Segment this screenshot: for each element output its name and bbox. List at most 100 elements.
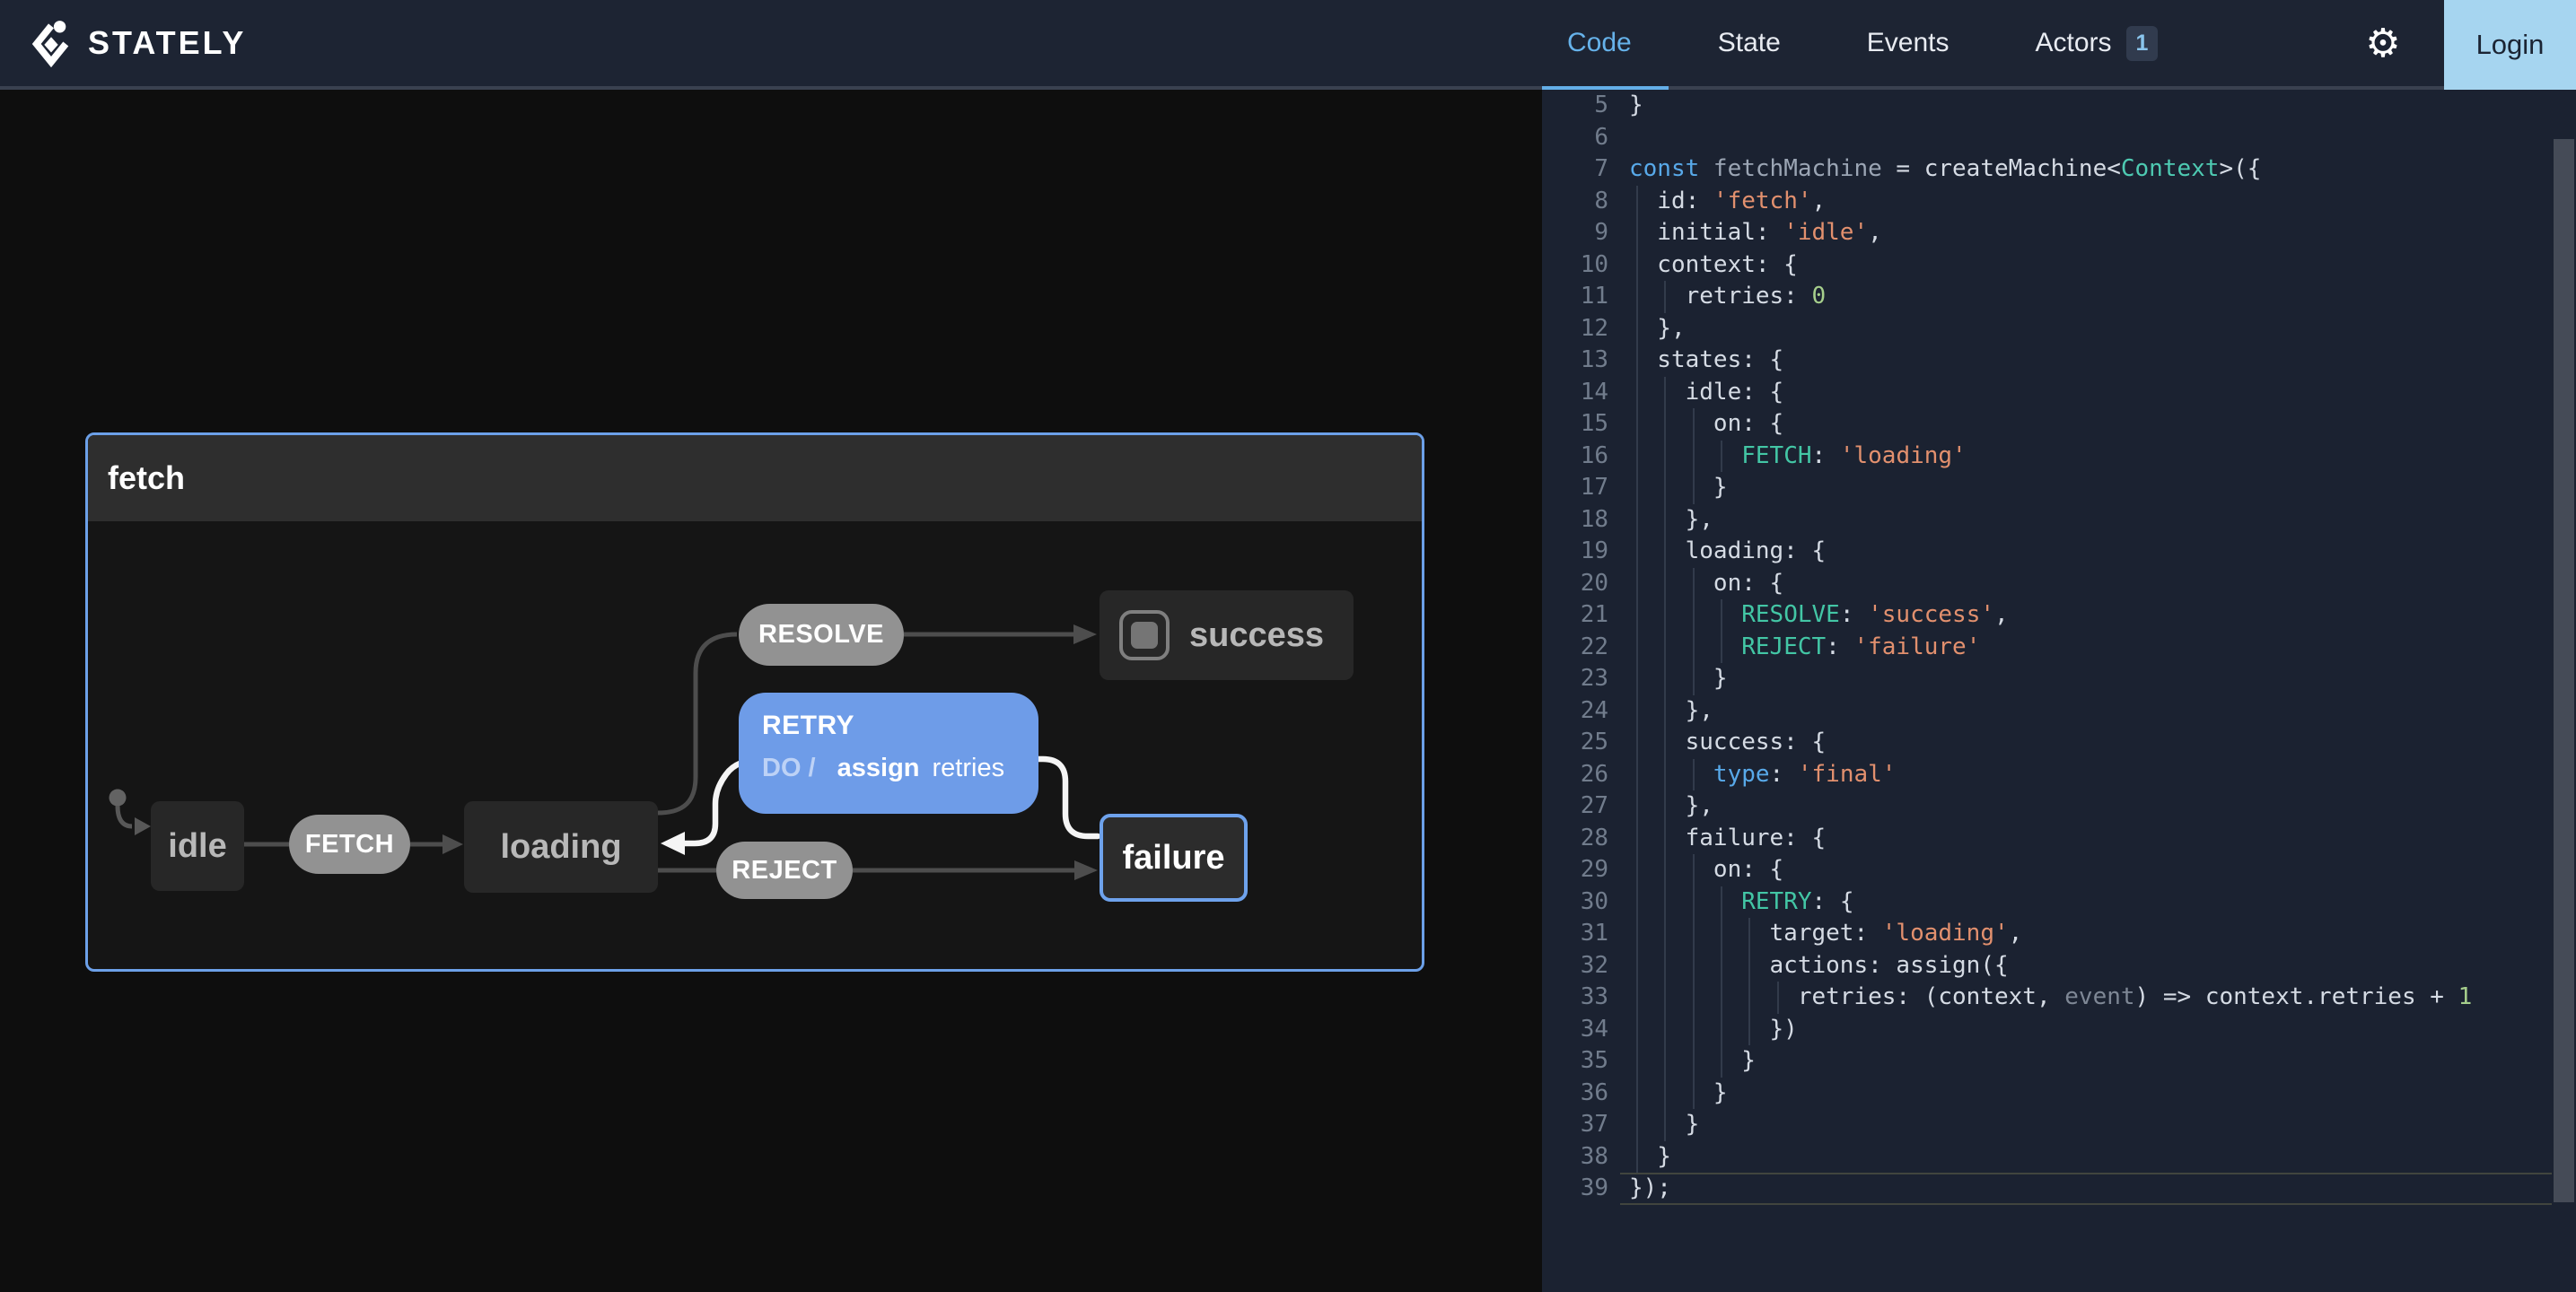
line-number: 39 xyxy=(1580,1174,1608,1201)
line-number: 18 xyxy=(1580,505,1608,533)
line-number: 36 xyxy=(1580,1078,1608,1106)
action-name: assign xyxy=(837,754,920,782)
code-line: 36 } xyxy=(1542,1078,2576,1110)
stately-brand[interactable]: STATELY xyxy=(0,19,246,67)
line-number: 38 xyxy=(1580,1142,1608,1170)
action-arg: retries xyxy=(932,754,1005,782)
event-reject[interactable]: REJECT xyxy=(716,842,853,899)
actors-count-badge: 1 xyxy=(2125,25,2159,61)
machine-header[interactable]: fetch xyxy=(88,435,1422,521)
state-label: loading xyxy=(500,827,622,866)
line-number: 10 xyxy=(1580,250,1608,278)
code-line: 8 id: 'fetch', xyxy=(1542,186,2576,218)
state-label: idle xyxy=(168,826,227,865)
line-number: 17 xyxy=(1580,474,1608,501)
line-number: 15 xyxy=(1580,410,1608,437)
code-line: 34 }) xyxy=(1542,1014,2576,1046)
event-label: REJECT xyxy=(732,855,837,885)
code-line: 31 target: 'loading', xyxy=(1542,918,2576,950)
line-number: 21 xyxy=(1580,601,1608,628)
code-line: 22 REJECT: 'failure' xyxy=(1542,632,2576,664)
line-number: 28 xyxy=(1580,824,1608,851)
line-number: 13 xyxy=(1580,346,1608,373)
code-line: 12 }, xyxy=(1542,313,2576,345)
event-action: DO / assign retries xyxy=(762,754,1015,783)
code-line: 5} xyxy=(1542,90,2576,122)
line-number: 26 xyxy=(1580,760,1608,788)
top-nav: STATELY Code State Events Actors 1 ⚙ Log… xyxy=(0,0,2576,92)
line-number: 27 xyxy=(1580,792,1608,819)
line-number: 37 xyxy=(1580,1111,1608,1138)
state-node-failure[interactable]: failure xyxy=(1100,814,1248,902)
code-line: 9 initial: 'idle', xyxy=(1542,217,2576,249)
stately-logo-icon xyxy=(31,21,69,67)
line-number: 5 xyxy=(1594,92,1608,118)
code-line: 32 actions: assign({ xyxy=(1542,950,2576,982)
code-line: 25 success: { xyxy=(1542,727,2576,759)
tab-events-label: Events xyxy=(1866,28,1950,57)
line-number: 29 xyxy=(1580,856,1608,883)
line-number: 11 xyxy=(1580,283,1608,310)
line-number: 8 xyxy=(1594,187,1608,214)
state-node-success[interactable]: success xyxy=(1100,590,1354,680)
line-number: 12 xyxy=(1580,314,1608,342)
line-number: 19 xyxy=(1580,537,1608,564)
line-number: 34 xyxy=(1580,1015,1608,1043)
tab-code-label: Code xyxy=(1567,28,1632,57)
line-number: 31 xyxy=(1580,920,1608,947)
view-tabs: Code State Events Actors 1 xyxy=(1542,0,2159,86)
event-resolve[interactable]: RESOLVE xyxy=(739,604,904,666)
code-scrollbar[interactable] xyxy=(2552,90,2576,1292)
line-number: 24 xyxy=(1580,696,1608,724)
code-line: 23 } xyxy=(1542,663,2576,695)
login-button[interactable]: Login xyxy=(2444,0,2576,90)
code-line: 10 context: { xyxy=(1542,249,2576,282)
code-line: 7 const fetchMachine = createMachine<Cont… xyxy=(1542,153,2576,186)
code-line: 28 failure: { xyxy=(1542,823,2576,855)
code-line: 15 on: { xyxy=(1542,408,2576,441)
line-number: 23 xyxy=(1580,665,1608,692)
code-line: 17 } xyxy=(1542,472,2576,504)
code-line: 24 }, xyxy=(1542,695,2576,728)
code-line: 30 RETRY: { xyxy=(1542,886,2576,919)
code-line: 35 } xyxy=(1542,1045,2576,1078)
code-line: 26 type: 'final' xyxy=(1542,759,2576,791)
line-number: 35 xyxy=(1580,1047,1608,1074)
code-line: 20 on: { xyxy=(1542,568,2576,600)
line-number: 25 xyxy=(1580,729,1608,755)
tab-actors-label: Actors xyxy=(2035,28,2112,57)
code-line: 27 }, xyxy=(1542,790,2576,823)
line-number: 22 xyxy=(1580,633,1608,660)
diagram-canvas[interactable]: fetch idle loading success failure FETCH… xyxy=(0,90,1542,1292)
code-line: 18 }, xyxy=(1542,504,2576,537)
code-editor[interactable]: 5} 6 7 const fetchMachine = createMachine<C… xyxy=(1542,90,2576,1292)
event-label: FETCH xyxy=(304,829,395,859)
event-fetch[interactable]: FETCH xyxy=(289,815,410,874)
line-number: 7 xyxy=(1594,155,1608,182)
line-number: 33 xyxy=(1580,983,1608,1010)
tab-actors[interactable]: Actors 1 xyxy=(2035,25,2159,61)
line-number: 9 xyxy=(1594,219,1608,246)
code-line: 29 on: { xyxy=(1542,854,2576,886)
code-line: 39}); xyxy=(1542,1173,2576,1205)
code-line: 6 xyxy=(1542,122,2576,154)
state-node-loading[interactable]: loading xyxy=(464,801,658,893)
state-node-idle[interactable]: idle xyxy=(151,801,244,891)
tab-state-label: State xyxy=(1717,28,1781,57)
line-number: 14 xyxy=(1580,378,1608,406)
event-label: RETRY xyxy=(762,711,855,740)
line-number: 30 xyxy=(1580,887,1608,915)
tab-state[interactable]: State xyxy=(1718,28,1781,58)
settings-gear-icon[interactable]: ⚙ xyxy=(2353,0,2413,86)
state-label: success xyxy=(1189,615,1325,654)
do-prefix: DO / xyxy=(762,754,816,782)
code-line: 19 loading: { xyxy=(1542,536,2576,568)
code-line: 13 states: { xyxy=(1542,345,2576,377)
scrollbar-thumb[interactable] xyxy=(2554,139,2574,1202)
event-retry[interactable]: RETRY DO / assign retries xyxy=(739,693,1038,814)
code-line: 11 retries: 0 xyxy=(1542,281,2576,313)
tab-events[interactable]: Events xyxy=(1867,28,1950,58)
code-line: 37 } xyxy=(1542,1109,2576,1141)
tab-code[interactable]: Code xyxy=(1567,28,1632,58)
code-line: 14 idle: { xyxy=(1542,377,2576,409)
